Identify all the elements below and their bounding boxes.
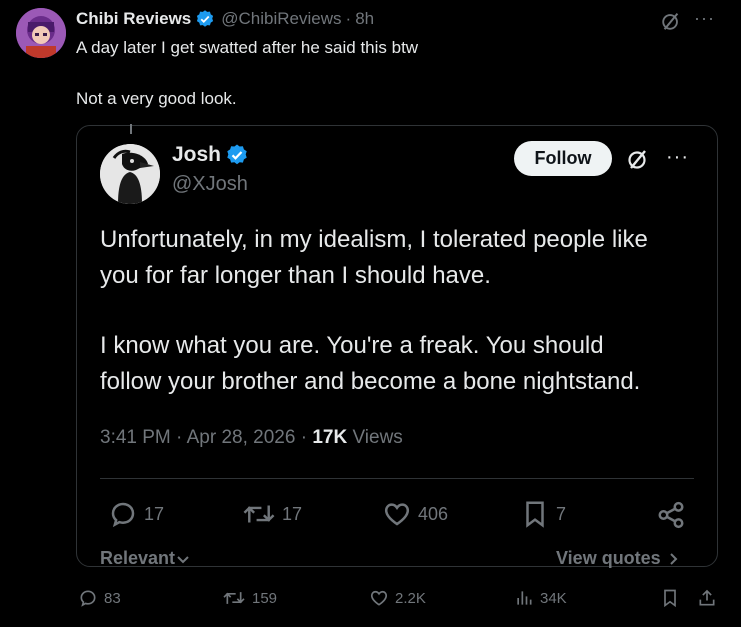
reply-button[interactable]: 17	[108, 499, 164, 529]
heart-icon	[370, 590, 388, 606]
bookmark-count: 7	[556, 503, 567, 524]
chevron-down-icon	[177, 555, 189, 563]
reply-count: 17	[144, 503, 165, 524]
reply-button[interactable]: 83	[78, 588, 121, 608]
author-line: Chibi Reviews @ChibiReviews · 8h	[76, 9, 374, 29]
bookmark-icon	[664, 589, 676, 608]
divider	[100, 478, 694, 479]
like-count: 406	[418, 503, 449, 524]
like-button[interactable]: 2.2K	[369, 588, 426, 608]
reply-icon	[80, 590, 96, 607]
share-button[interactable]	[656, 500, 692, 530]
sort-label: Relevant	[100, 548, 176, 568]
views-count: 34K	[540, 589, 567, 607]
quoted-author-avatar[interactable]	[100, 144, 160, 204]
more-options-icon[interactable]: ···	[666, 146, 689, 169]
avatar-image	[16, 8, 66, 58]
more-options-icon[interactable]: ···	[694, 8, 715, 29]
repost-button[interactable]: 17	[242, 499, 302, 529]
verified-badge-icon[interactable]	[225, 143, 249, 167]
share-icon	[658, 501, 684, 529]
repost-icon	[243, 505, 275, 523]
view-quotes-link[interactable]: View quotes	[556, 548, 681, 569]
tweet-text-line: A day later I get swatted after he said …	[76, 38, 419, 57]
quoted-author-name[interactable]: Josh	[172, 143, 221, 167]
author-avatar[interactable]	[16, 8, 66, 58]
repost-count: 159	[252, 589, 278, 607]
repost-button[interactable]: 159	[222, 588, 277, 608]
reply-icon	[111, 502, 135, 528]
quoted-tweet-text-line: you for far longer than I should have.	[100, 262, 491, 289]
post-date[interactable]: Apr 28, 2026	[187, 427, 296, 448]
verified-badge-icon[interactable]	[195, 9, 215, 29]
views-button[interactable]: 34K	[514, 588, 567, 608]
bookmark-button[interactable]	[660, 588, 686, 608]
timestamp[interactable]: 8h	[355, 9, 374, 29]
bookmark-button[interactable]: 7	[520, 499, 566, 529]
author-handle[interactable]: @ChibiReviews	[221, 9, 341, 29]
bookmark-icon	[526, 501, 544, 528]
avatar-image	[100, 144, 160, 204]
like-count: 2.2K	[395, 589, 426, 607]
dot-separator: ·	[345, 9, 352, 28]
thread-connector	[130, 124, 132, 134]
chevron-right-icon	[669, 552, 678, 565]
follow-button[interactable]: Follow	[514, 141, 612, 176]
quoted-author-handle[interactable]: @XJosh	[172, 173, 248, 196]
view-quotes-label: View quotes	[556, 548, 661, 568]
quoted-tweet-text-line: Unfortunately, in my idealism, I tolerat…	[100, 226, 648, 253]
grok-icon[interactable]	[626, 147, 650, 171]
repost-icon	[223, 592, 245, 604]
sort-relevant-dropdown[interactable]: Relevant	[100, 548, 191, 569]
post-time[interactable]: 3:41 PM	[100, 427, 171, 448]
share-button[interactable]	[697, 588, 723, 608]
heart-icon	[384, 503, 410, 526]
quoted-author-line: Josh	[172, 143, 249, 167]
quoted-tweet-text-line: follow your brother and become a bone ni…	[100, 368, 641, 395]
analytics-icon	[517, 591, 532, 605]
quoted-tweet-meta: 3:41 PM · Apr 28, 2026 · 17K Views	[100, 427, 403, 448]
views-label: Views	[352, 427, 403, 448]
like-button[interactable]: 406	[382, 499, 448, 529]
grok-icon[interactable]	[660, 10, 682, 32]
views-count: 17K	[312, 427, 348, 448]
tweet-text-line: Not a very good look.	[76, 89, 237, 108]
upload-icon	[699, 589, 715, 606]
author-name[interactable]: Chibi Reviews	[76, 9, 191, 29]
repost-count: 17	[282, 503, 303, 524]
quoted-tweet-text-line: I know what you are. You're a freak. You…	[100, 332, 604, 359]
reply-count: 83	[104, 589, 121, 607]
